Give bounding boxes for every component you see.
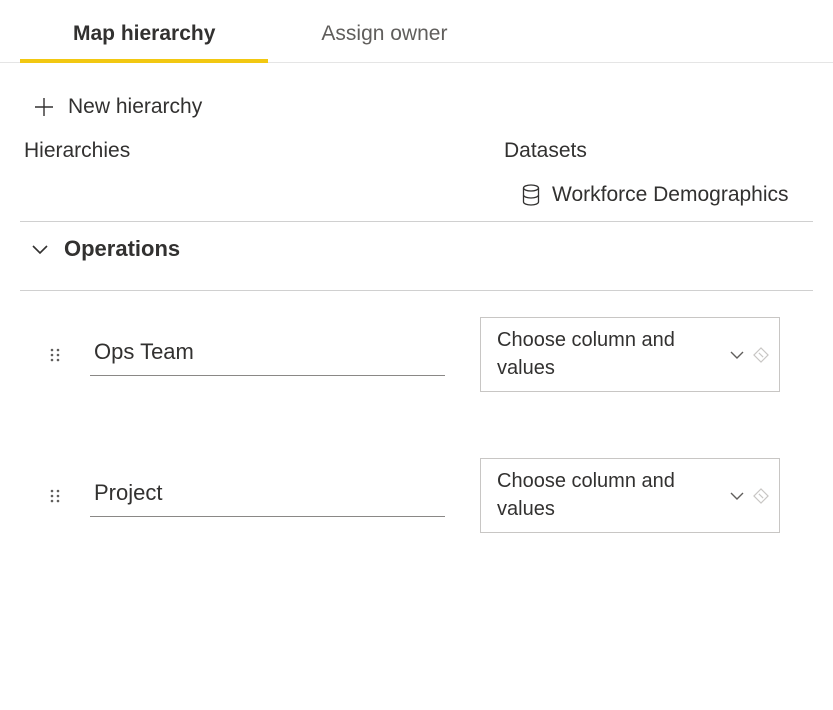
divider — [20, 290, 813, 291]
hierarchy-level-row: Choose column and values — [20, 307, 813, 402]
tab-assign-owner[interactable]: Assign owner — [268, 0, 500, 62]
clear-icon[interactable] — [753, 488, 769, 504]
tab-bar: Map hierarchy Assign owner — [0, 0, 833, 63]
tab-label: Map hierarchy — [73, 22, 215, 45]
dataset-name: Workforce Demographics — [552, 183, 789, 207]
dataset-item[interactable]: Workforce Demographics — [522, 183, 813, 207]
tab-map-hierarchy[interactable]: Map hierarchy — [20, 0, 268, 62]
hierarchy-level-name-input[interactable] — [90, 474, 445, 517]
section-headers: Hierarchies Datasets — [20, 139, 813, 163]
drag-handle-icon[interactable] — [50, 489, 60, 503]
drag-handle-icon[interactable] — [50, 348, 60, 362]
hierarchy-group-name: Operations — [64, 236, 180, 262]
new-hierarchy-button[interactable]: New hierarchy — [20, 81, 216, 137]
column-value-picker[interactable]: Choose column and values — [480, 317, 780, 392]
hierarchies-heading: Hierarchies — [24, 139, 504, 163]
content-area: New hierarchy Hierarchies Datasets Workf… — [0, 63, 833, 543]
picker-placeholder: Choose column and values — [497, 468, 729, 523]
datasets-heading: Datasets — [504, 139, 809, 163]
chevron-down-icon — [30, 243, 50, 255]
chevron-down-icon — [729, 350, 745, 360]
plus-icon — [34, 97, 54, 117]
new-hierarchy-label: New hierarchy — [68, 95, 202, 119]
column-value-picker[interactable]: Choose column and values — [480, 458, 780, 533]
chevron-down-icon — [729, 491, 745, 501]
picker-placeholder: Choose column and values — [497, 327, 729, 382]
hierarchy-group-toggle[interactable]: Operations — [20, 222, 813, 276]
hierarchy-level-name-input[interactable] — [90, 333, 445, 376]
hierarchy-level-row: Choose column and values — [20, 448, 813, 543]
clear-icon[interactable] — [753, 347, 769, 363]
database-icon — [522, 184, 540, 206]
tab-label: Assign owner — [321, 22, 447, 45]
